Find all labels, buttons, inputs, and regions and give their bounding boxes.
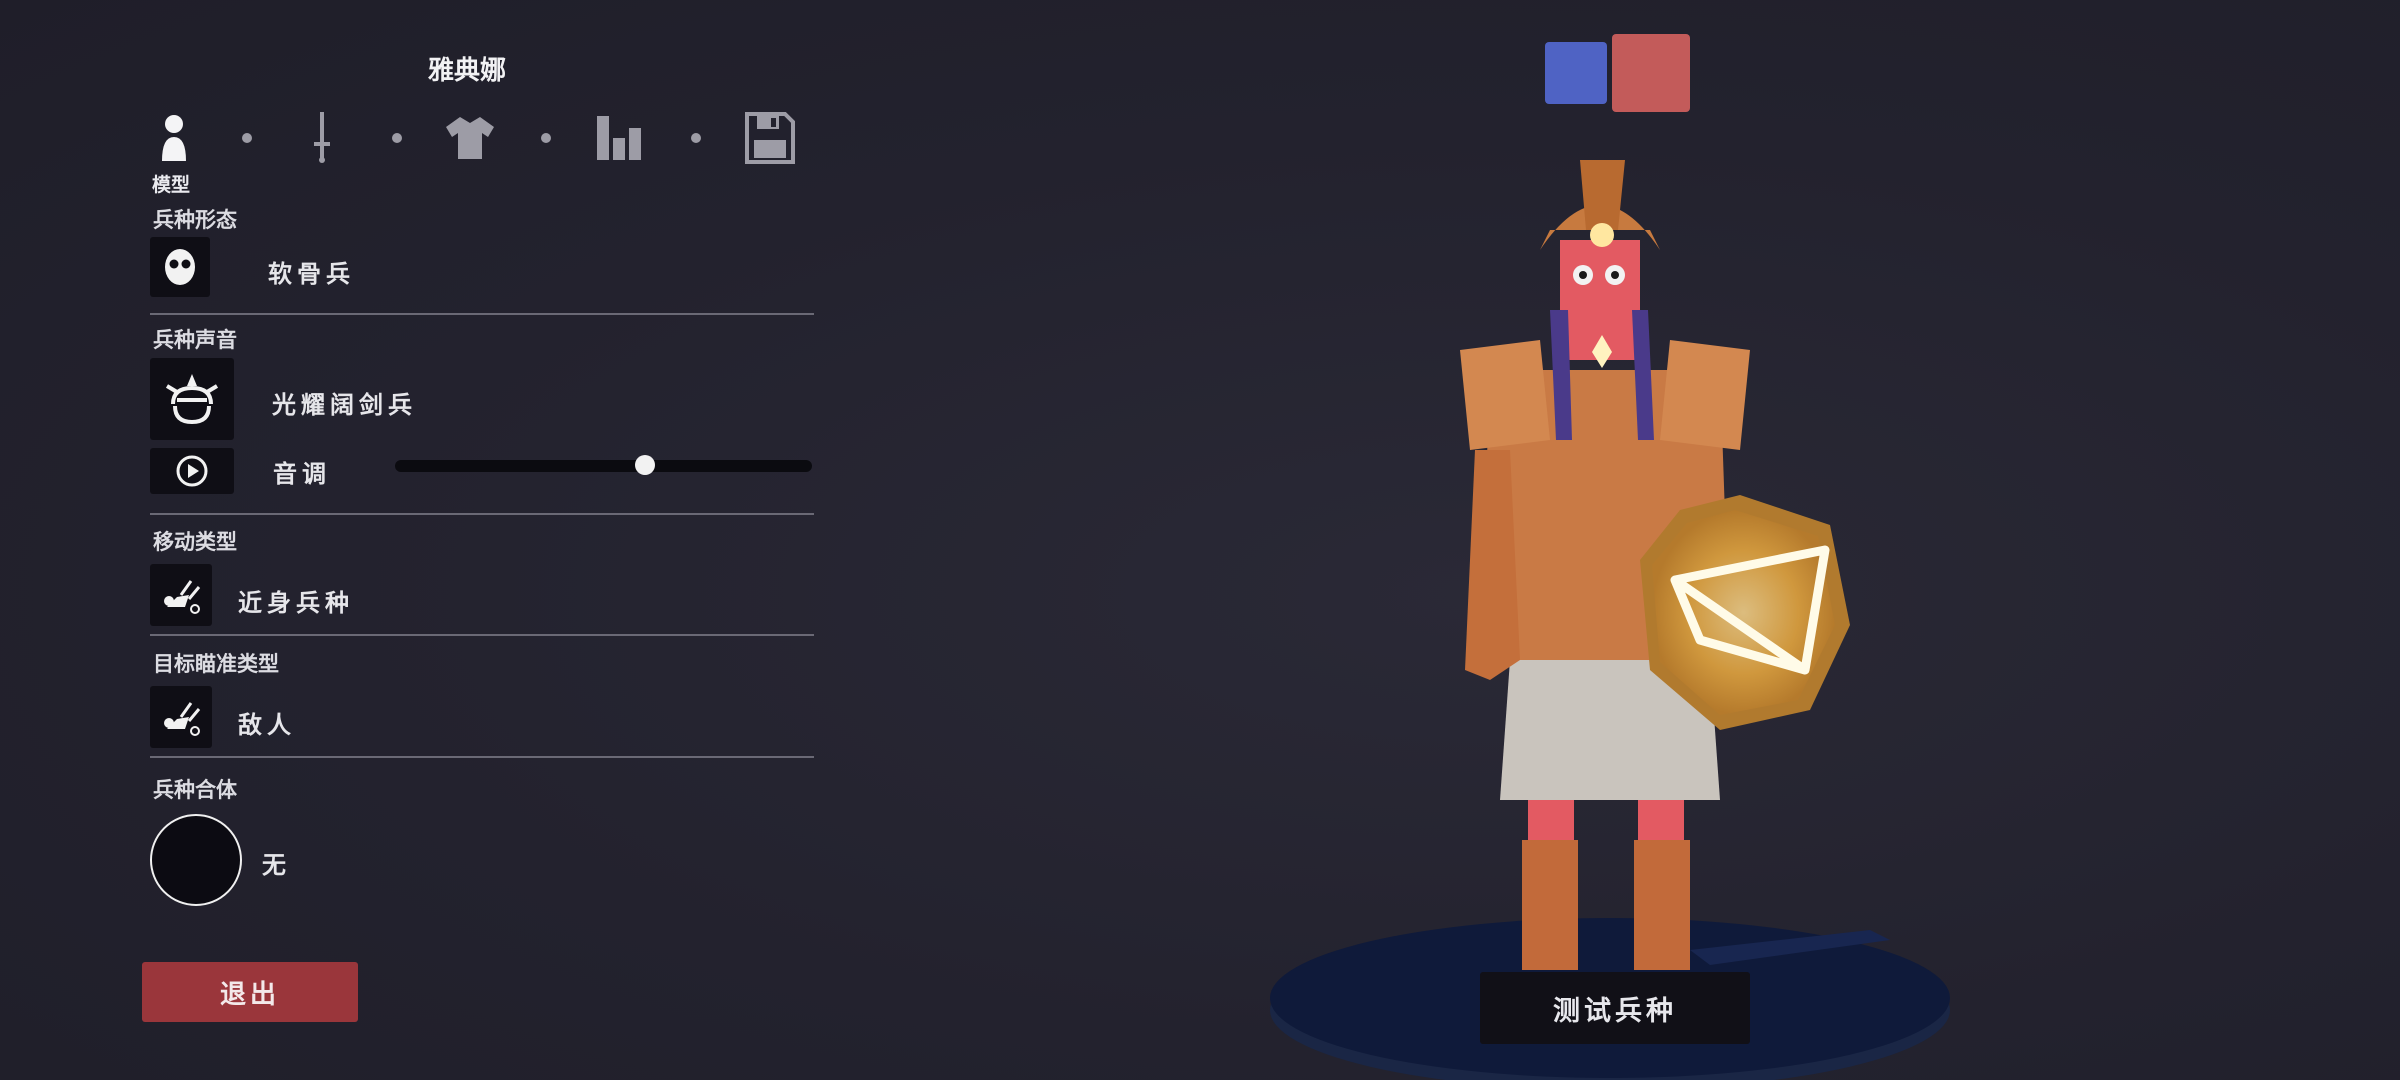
unit-preview (1270, 160, 1950, 1080)
shirt-icon (446, 117, 494, 159)
movement-type-title: 移动类型 (153, 530, 237, 554)
tab-stats[interactable] (594, 110, 646, 166)
unit-form-value: 软骨兵 (268, 260, 355, 288)
tab-separator-dot (691, 133, 701, 143)
athena-character (1460, 160, 1850, 970)
target-type-value: 敌人 (238, 711, 296, 739)
pitch-label: 音调 (273, 460, 331, 488)
tab-model[interactable] (148, 110, 200, 166)
section-divider (150, 513, 814, 515)
section-divider (150, 634, 814, 636)
sword-icon (314, 112, 330, 163)
mask-face-icon (165, 249, 195, 285)
pitch-slider-track[interactable] (395, 460, 812, 472)
unit-form-button[interactable] (150, 237, 210, 297)
movement-type-value: 近身兵种 (238, 589, 354, 617)
play-voice-button[interactable] (150, 448, 234, 494)
section-divider (150, 313, 814, 315)
tab-clothing[interactable] (444, 110, 496, 166)
unit-form-title: 兵种形态 (153, 208, 237, 232)
target-type-button[interactable] (150, 686, 212, 748)
unit-voice-title: 兵种声音 (153, 328, 237, 352)
tab-separator-dot (242, 133, 252, 143)
unit-combine-title: 兵种合体 (153, 778, 237, 802)
unit-combine-value: 无 (262, 851, 291, 879)
team-red-button[interactable] (1612, 34, 1690, 112)
unit-editor-screen: 雅典娜 模型 兵种形态 软骨兵 兵种声音 光耀阔剑兵 音调 移动类型 近身兵种 … (0, 0, 2400, 1080)
person-icon (162, 115, 186, 161)
tab-save[interactable] (744, 110, 796, 166)
tab-weapons[interactable] (296, 110, 348, 166)
team-blue-button[interactable] (1545, 42, 1607, 104)
unit-name: 雅典娜 (428, 56, 507, 86)
editor-tab-bar (148, 110, 800, 166)
target-type-title: 目标瞄准类型 (153, 652, 279, 676)
exit-button[interactable]: 退出 (142, 962, 358, 1022)
test-unit-button[interactable]: 测试兵种 (1480, 972, 1750, 1044)
pitch-slider-thumb[interactable] (635, 455, 656, 475)
unit-voice-button[interactable] (150, 358, 234, 440)
stats-icon (597, 116, 641, 160)
helmet-face-icon (165, 374, 219, 425)
section-divider (150, 756, 814, 758)
tab-separator-dot (392, 133, 402, 143)
unit-combine-slot[interactable] (150, 814, 242, 906)
movement-type-button[interactable] (150, 564, 212, 626)
unit-voice-value: 光耀阔剑兵 (272, 391, 417, 419)
save-icon (745, 112, 795, 164)
melee-icon (164, 580, 201, 614)
melee-icon (164, 702, 201, 736)
play-icon (176, 455, 208, 487)
tab-model-caption: 模型 (152, 174, 191, 196)
tab-separator-dot (541, 133, 551, 143)
